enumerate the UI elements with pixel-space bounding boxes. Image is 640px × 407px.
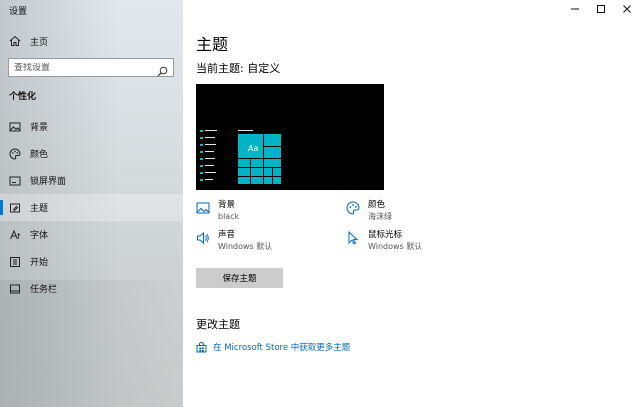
store-link-label: 在 Microsoft Store 中获取更多主题 — [213, 343, 351, 353]
preview-line — [205, 165, 214, 166]
preview-bar — [200, 165, 203, 167]
property-name: 声音 — [218, 230, 236, 240]
sidebar-item-label: 开始 — [30, 258, 49, 268]
current-theme-label: 当前主题: 自定义 — [196, 62, 281, 75]
preview-line — [205, 158, 215, 159]
preview-line — [205, 179, 213, 180]
preview-bar — [200, 137, 203, 139]
picture-icon — [196, 201, 210, 215]
preview-bar — [200, 158, 203, 160]
search-icon[interactable] — [157, 62, 168, 77]
property-cursor[interactable]: 鼠标光标 Windows 默认 — [346, 230, 422, 252]
preview-bar — [200, 130, 203, 132]
store-link[interactable]: 在 Microsoft Store 中获取更多主题 — [196, 341, 350, 353]
preview-line — [205, 151, 214, 152]
minimize-icon — [571, 8, 579, 10]
store-icon — [196, 341, 207, 353]
maximize-icon — [597, 5, 605, 13]
preview-tiles — [238, 134, 281, 184]
preview-start-line — [238, 130, 253, 131]
property-color[interactable]: 颜色 海沫绿 — [346, 200, 392, 222]
property-name: 颜色 — [368, 200, 386, 210]
property-value: 海沫绿 — [368, 212, 392, 221]
property-name: 背景 — [218, 200, 236, 210]
cursor-icon — [346, 231, 360, 245]
preview-bar — [200, 151, 203, 153]
preview-bar — [200, 144, 203, 146]
preview-tile-text: Aa — [248, 144, 259, 153]
section-title: 个性化 — [9, 92, 37, 102]
home-icon — [9, 35, 21, 47]
app-title: 设置 — [9, 7, 28, 17]
palette-icon — [346, 201, 360, 215]
home-label: 主页 — [30, 37, 49, 48]
nav-list: 背景 颜色 锁屏界面 主题 字体 开始 任务栏 — [0, 113, 183, 302]
lockscreen-icon — [9, 175, 21, 187]
property-value: Windows 默认 — [368, 242, 423, 251]
close-icon — [623, 5, 631, 13]
search-input[interactable] — [14, 62, 154, 73]
taskbar-icon — [9, 283, 21, 295]
sidebar-item-label: 字体 — [30, 231, 49, 241]
sidebar-item-themes[interactable]: 主题 — [0, 194, 183, 221]
theme-preview: Aa — [196, 84, 384, 190]
start-icon — [9, 256, 21, 268]
preview-line — [205, 172, 216, 173]
sidebar-item-colors[interactable]: 颜色 — [0, 140, 183, 167]
sidebar: 设置 主页 个性化 背景 颜色 锁屏界面 — [0, 0, 183, 407]
maximize-button[interactable] — [588, 0, 614, 18]
change-theme-heading: 更改主题 — [196, 318, 240, 331]
preview-line — [205, 137, 215, 138]
minimize-button[interactable] — [562, 0, 588, 18]
property-value: Windows 默认 — [218, 242, 273, 251]
picture-icon — [9, 121, 21, 133]
sidebar-item-label: 背景 — [30, 123, 49, 133]
sidebar-item-label: 主题 — [30, 204, 49, 214]
home-link[interactable]: 主页 — [0, 31, 183, 51]
sidebar-item-taskbar[interactable]: 任务栏 — [0, 275, 183, 302]
theme-icon — [9, 202, 21, 214]
property-sound[interactable]: 声音 Windows 默认 — [196, 230, 272, 252]
main-content: 主题 当前主题: 自定义 Aa 背景 black 颜色 海沫绿 声音 Windo… — [183, 0, 640, 407]
sidebar-item-label: 锁屏界面 — [30, 177, 67, 187]
sidebar-item-background[interactable]: 背景 — [0, 113, 183, 140]
property-background[interactable]: 背景 black — [196, 200, 239, 222]
sidebar-item-label: 任务栏 — [30, 285, 58, 295]
preview-bar — [200, 172, 203, 174]
sidebar-item-label: 颜色 — [30, 150, 49, 160]
close-button[interactable] — [614, 0, 640, 18]
preview-bar — [200, 179, 203, 181]
sidebar-item-start[interactable]: 开始 — [0, 248, 183, 275]
property-name: 鼠标光标 — [368, 230, 403, 240]
sidebar-item-fonts[interactable]: 字体 — [0, 221, 183, 248]
property-value: black — [218, 212, 240, 221]
preview-line — [205, 144, 216, 145]
save-theme-button[interactable]: 保存主题 — [196, 268, 283, 288]
sidebar-item-lockscreen[interactable]: 锁屏界面 — [0, 167, 183, 194]
font-icon — [9, 229, 21, 241]
search-box[interactable] — [8, 58, 174, 77]
palette-icon — [9, 147, 21, 160]
preview-line — [205, 130, 217, 131]
speaker-icon — [196, 231, 210, 245]
page-title: 主题 — [196, 35, 229, 54]
window-controls — [562, 0, 640, 18]
